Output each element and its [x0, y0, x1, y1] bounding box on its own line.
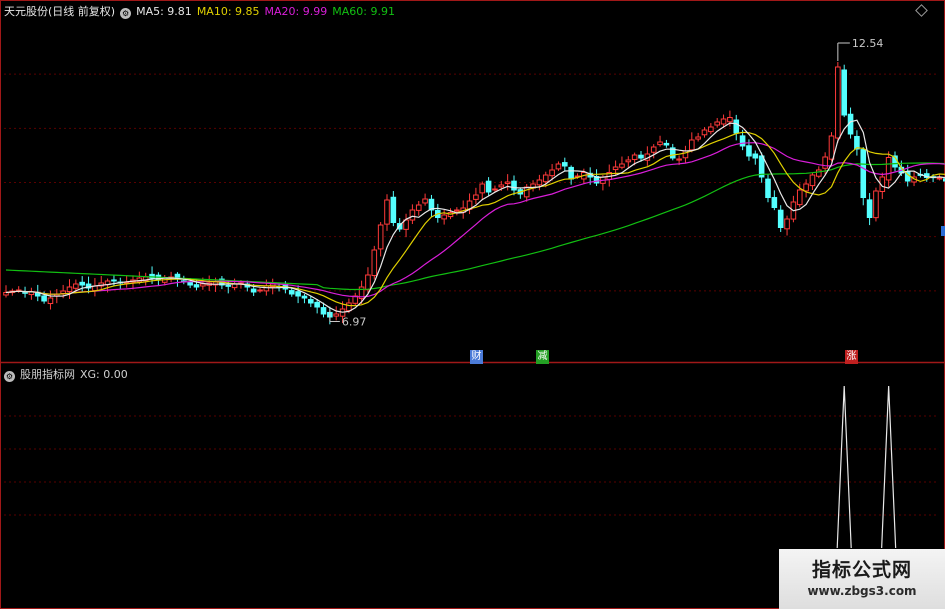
watermark-title: 指标公式网 — [811, 559, 912, 581]
candle — [352, 292, 359, 307]
ma5-readout: MA5: 9.81 — [136, 5, 192, 18]
candle — [625, 156, 632, 168]
settings-gear-icon[interactable]: ⚙ — [120, 8, 132, 19]
ma20-line — [5, 142, 945, 298]
marker-zhang[interactable]: 涨 — [845, 350, 858, 364]
xg-signal-spike — [836, 385, 852, 549]
candle — [885, 151, 892, 188]
candle — [695, 132, 701, 142]
candle — [809, 172, 816, 191]
ma10-readout: MA10: 9.85 — [196, 5, 260, 18]
candle — [504, 174, 511, 191]
candle — [568, 165, 574, 185]
candle — [784, 215, 790, 236]
low-price-label: 6.97 — [342, 316, 367, 329]
candle — [422, 193, 428, 206]
candle — [511, 175, 517, 196]
indicator-gear-icon[interactable]: ⚙ — [4, 371, 15, 382]
candle — [536, 174, 543, 191]
candle — [866, 193, 873, 226]
high-price-label: 12.54 — [852, 37, 884, 50]
candle — [733, 114, 740, 141]
candle — [854, 130, 860, 156]
candle — [479, 181, 486, 201]
candle — [377, 222, 384, 257]
ma60-line — [5, 162, 945, 291]
candle — [130, 275, 136, 290]
candle — [752, 150, 759, 165]
ma60-readout: MA60: 9.91 — [332, 5, 395, 18]
candle — [523, 184, 530, 202]
candle — [765, 174, 771, 203]
candle — [835, 62, 841, 143]
candle — [288, 288, 295, 297]
candle — [669, 143, 676, 161]
candle — [777, 205, 784, 233]
candle — [682, 145, 689, 163]
candle — [663, 139, 670, 148]
stock-title: 天元股份(日线 前复权) — [4, 5, 116, 18]
watermark-url: www.zbgs3.com — [807, 584, 917, 598]
candle — [28, 287, 35, 300]
candle — [98, 276, 105, 291]
candle — [92, 278, 98, 297]
candle — [117, 277, 124, 290]
candle — [206, 275, 212, 291]
candle — [860, 147, 867, 206]
candle — [257, 287, 263, 293]
window-frame — [0, 0, 945, 609]
indicator-title: 股朋指标网 — [20, 368, 75, 381]
candle — [689, 132, 695, 153]
candle — [892, 151, 898, 172]
candle — [803, 179, 809, 198]
candle — [390, 191, 397, 227]
marker-cai[interactable]: 财 — [470, 350, 483, 364]
candle — [403, 213, 409, 238]
candle — [333, 306, 339, 321]
candle — [517, 187, 524, 199]
stock-chart-window: 12.54 6.97 天元股份(日线 前复权) ⚙ MA5: 9.81 MA10: 9.… — [0, 0, 945, 609]
xg-readout: XG: 0.00 — [80, 368, 128, 381]
candle — [701, 127, 708, 138]
candle — [644, 146, 651, 166]
price-edge-marker — [941, 226, 945, 236]
candle — [466, 193, 473, 215]
candle — [619, 156, 625, 170]
candle — [530, 180, 536, 192]
candle — [441, 209, 447, 225]
chart-canvas[interactable]: 12.54 6.97 — [0, 0, 945, 609]
candle — [708, 123, 714, 135]
candle — [409, 204, 416, 225]
candle — [841, 64, 848, 118]
candle — [301, 294, 308, 304]
candle — [415, 200, 422, 216]
candle — [562, 157, 568, 171]
main-panel-header: 天元股份(日线 前复权) ⚙ MA5: 9.81 MA10: 9.85 MA20: 9.… — [4, 3, 400, 21]
ma20-readout: MA20: 9.99 — [264, 5, 328, 18]
candle — [428, 194, 435, 217]
candle — [3, 285, 9, 298]
marker-jian[interactable]: 减 — [536, 350, 549, 364]
candle — [873, 187, 879, 222]
candle — [714, 118, 721, 128]
candle — [47, 290, 54, 310]
candle — [555, 161, 562, 171]
sub-panel-header: ⚙ 股朋指标网 XG: 0.00 — [4, 366, 133, 384]
candle — [66, 279, 73, 299]
candle — [657, 135, 663, 147]
xg-signal-spike — [881, 385, 897, 549]
candle — [371, 245, 378, 280]
watermark-logo: 指标公式网 www.zbgs3.com — [779, 549, 945, 609]
ma5-line — [5, 119, 945, 313]
candle — [168, 271, 174, 283]
candle — [771, 190, 778, 211]
candle — [473, 187, 479, 205]
candle — [485, 177, 492, 196]
candle — [384, 194, 390, 231]
candle — [454, 207, 460, 216]
